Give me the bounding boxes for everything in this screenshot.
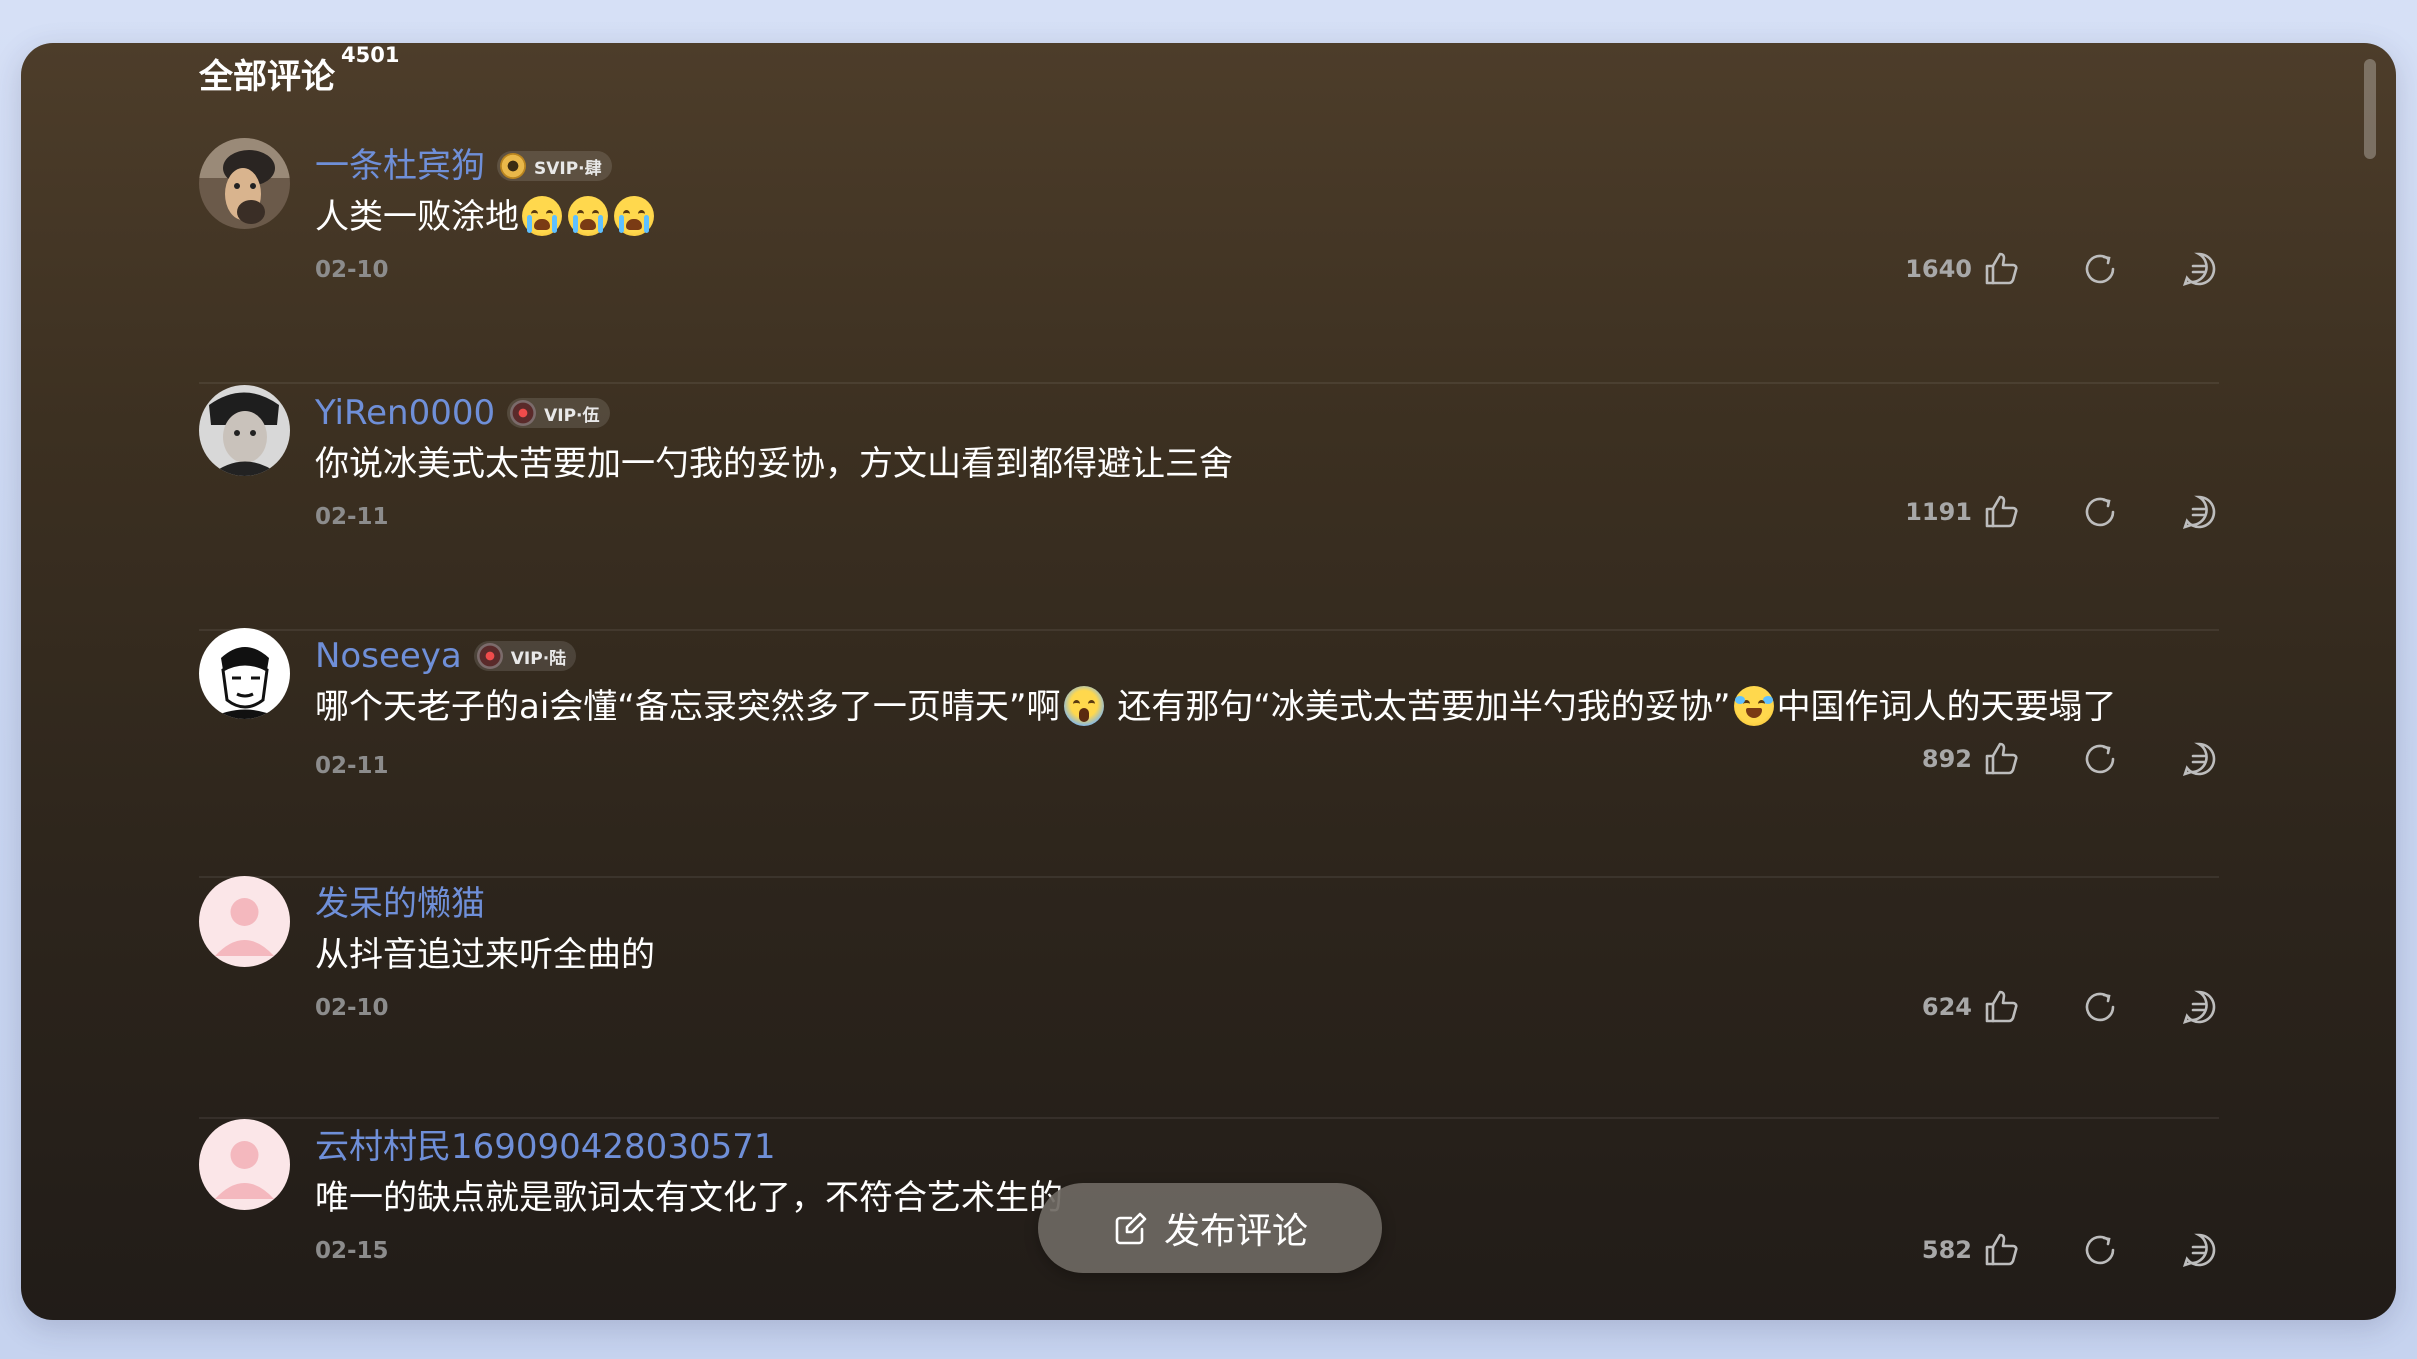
thumbs-up-icon — [1985, 495, 2018, 528]
vip-badge[interactable]: VIP·伍 — [507, 398, 610, 428]
comment-actions: 624 — [1922, 982, 2219, 1032]
share-icon[interactable] — [2080, 739, 2120, 779]
reply-icon[interactable] — [2179, 739, 2219, 779]
like-count: 582 — [1921, 1236, 1972, 1264]
loudly-crying-face-icon — [614, 196, 654, 236]
comment-date: 02-11 — [315, 753, 389, 779]
avatar[interactable] — [199, 628, 290, 719]
comment-item: Noseeya VIP·陆 哪个天老子的ai会懂“备忘录突然多了一页晴天”啊 还… — [199, 628, 2219, 878]
avatar[interactable] — [199, 1119, 290, 1210]
face-screaming-in-fear-icon — [1063, 686, 1104, 726]
comment-item: YiRen0000 VIP·伍 你说冰美式太苦要加一勺我的妥协，方文山看到都得避… — [199, 385, 2219, 631]
scrollbar[interactable] — [2364, 59, 2376, 159]
loudly-crying-face-icon — [522, 196, 562, 236]
comments-title: 全部评论 — [199, 57, 335, 97]
edit-icon — [1115, 1212, 1147, 1245]
share-icon[interactable] — [2080, 987, 2120, 1027]
thumbs-up-icon — [1985, 252, 2018, 285]
like-button[interactable]: 1191 — [1905, 492, 2022, 532]
comment-text-part: 还有那句“冰美式太苦要加半勺我的妥协” — [1106, 687, 1731, 727]
comment-text: 人类一败涂地 — [315, 194, 657, 240]
username[interactable]: 一条杜宾狗 — [315, 144, 485, 188]
comment-actions: 892 — [1922, 734, 2219, 784]
vip-badge-label: SVIP·肆 — [534, 158, 602, 179]
comments-count: 4501 — [341, 43, 400, 67]
like-count: 1191 — [1905, 498, 1972, 526]
like-count: 1640 — [1905, 255, 1972, 283]
comment-item: 一条杜宾狗 SVIP·肆 人类一败涂地 02-10 1640 — [199, 138, 2219, 384]
like-button[interactable]: 892 — [1922, 739, 2022, 779]
username[interactable]: YiRen0000 — [315, 391, 495, 435]
comments-header: 全部评论4501 — [199, 43, 399, 98]
comment-actions: 1191 — [1905, 487, 2219, 537]
vip-badge[interactable]: SVIP·肆 — [497, 151, 612, 181]
comment-date: 02-11 — [315, 504, 389, 530]
thumbs-up-icon — [1985, 742, 2018, 775]
loudly-crying-face-icon — [568, 196, 608, 236]
comment-text-body: 人类一败涂地 — [315, 197, 519, 237]
reply-icon[interactable] — [2179, 249, 2219, 289]
comment-date: 02-10 — [315, 995, 389, 1021]
username[interactable]: 发呆的懒猫 — [315, 882, 485, 926]
vip-badge[interactable]: VIP·陆 — [473, 641, 577, 671]
comment-date: 02-15 — [315, 1238, 389, 1264]
avatar[interactable] — [199, 138, 290, 229]
comment-text: 你说冰美式太苦要加一勺我的妥协，方文山看到都得避让三舍 — [315, 444, 1233, 484]
post-comment-label: 发布评论 — [1163, 1211, 1308, 1252]
vip-medal-icon — [476, 643, 503, 669]
comment-date: 02-10 — [315, 257, 389, 283]
like-button[interactable]: 582 — [1922, 1230, 2022, 1270]
like-button[interactable]: 1640 — [1905, 249, 2022, 289]
share-icon[interactable] — [2080, 1230, 2120, 1270]
reply-icon[interactable] — [2179, 492, 2219, 532]
comment-text-part: 中国作词人的天要塌了 — [1776, 687, 2117, 727]
thumbs-up-icon — [1985, 1233, 2018, 1266]
like-count: 624 — [1921, 993, 1972, 1021]
vip-medal-icon — [510, 400, 537, 426]
username[interactable]: 云村村民169090428030571 — [315, 1125, 775, 1169]
comment-text-part: 哪个天老子的ai会懂“备忘录突然多了一页晴天”啊 — [315, 687, 1061, 727]
comment-actions: 1640 — [1905, 244, 2219, 294]
thumbs-up-icon — [1985, 990, 2018, 1023]
avatar[interactable] — [199, 385, 290, 476]
comment-text: 唯一的缺点就是歌词太有文化了，不符合艺术生的 — [315, 1178, 1063, 1218]
username[interactable]: Noseeya — [315, 634, 462, 678]
vip-medal-icon — [500, 153, 526, 179]
vip-badge-label: VIP·陆 — [510, 648, 567, 669]
comment-actions: 582 — [1922, 1225, 2219, 1275]
reply-icon[interactable] — [2179, 1230, 2219, 1270]
vip-badge-label: VIP·伍 — [544, 405, 600, 426]
face-with-tears-of-joy-icon — [1733, 686, 1774, 726]
comment-text: 哪个天老子的ai会懂“备忘录突然多了一页晴天”啊 还有那句“冰美式太苦要加半勺我… — [315, 684, 2117, 730]
comment-item: 发呆的懒猫 从抖音追过来听全曲的 02-10 624 — [199, 876, 2219, 1119]
share-icon[interactable] — [2080, 249, 2120, 289]
like-count: 892 — [1921, 745, 1972, 773]
reply-icon[interactable] — [2179, 987, 2219, 1027]
post-comment-button[interactable]: 发布评论 — [1038, 1183, 1382, 1273]
share-icon[interactable] — [2080, 492, 2120, 532]
avatar[interactable] — [199, 876, 290, 967]
comments-panel: 全部评论4501 一条杜宾狗 SVIP·肆 人类一败涂地 02-10 1640 — [21, 43, 2396, 1320]
comment-text: 从抖音追过来听全曲的 — [315, 935, 655, 975]
like-button[interactable]: 624 — [1922, 987, 2022, 1027]
